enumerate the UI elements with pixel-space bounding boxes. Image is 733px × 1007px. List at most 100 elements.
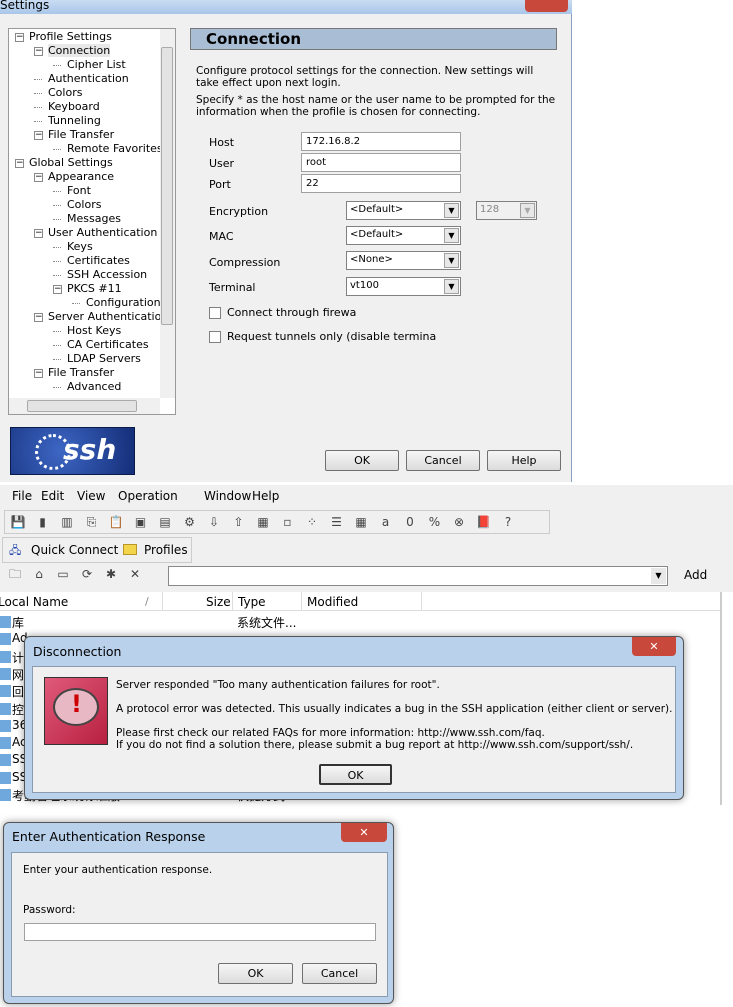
tunnels-checkbox[interactable]: [209, 331, 221, 343]
tree-item[interactable]: Advanced: [53, 380, 121, 393]
tree-item[interactable]: Host Keys: [53, 324, 121, 337]
auto-icon[interactable]: %: [426, 513, 444, 531]
tree-item[interactable]: Cipher List: [53, 58, 126, 71]
collapse-icon[interactable]: −: [34, 228, 43, 238]
collapse-icon[interactable]: −: [34, 46, 43, 56]
path-combobox[interactable]: ▼: [168, 566, 668, 586]
ok-button[interactable]: OK: [218, 963, 293, 984]
menu-operation[interactable]: Operation: [118, 489, 178, 503]
tree-item[interactable]: Remote Favorites: [53, 142, 163, 155]
tree-item-label: Connection: [48, 44, 111, 57]
tree-item[interactable]: Keyboard: [34, 100, 100, 113]
download-icon[interactable]: ⇩: [205, 513, 223, 531]
new-folder-icon[interactable]: ✱: [102, 565, 120, 583]
large-icons-icon[interactable]: ▫: [279, 513, 297, 531]
port-input[interactable]: 22: [301, 174, 461, 193]
folder-tree-icon[interactable]: 🗀: [6, 565, 24, 583]
close-button[interactable]: ✕: [341, 823, 387, 842]
home-icon[interactable]: ⌂: [30, 565, 48, 583]
tree-item[interactable]: LDAP Servers: [53, 352, 141, 365]
delete-icon[interactable]: ✕: [126, 565, 144, 583]
ascii-icon[interactable]: a: [377, 513, 395, 531]
terminal-select[interactable]: vt100 ▼: [346, 277, 461, 296]
collapse-icon[interactable]: −: [15, 32, 24, 42]
collapse-icon[interactable]: −: [34, 172, 43, 182]
tree-item[interactable]: Authentication: [34, 72, 129, 85]
list-icon[interactable]: ☰: [328, 513, 346, 531]
close-button[interactable]: [525, 0, 568, 12]
tree-hscrollbar[interactable]: [9, 398, 160, 414]
menu-file[interactable]: File: [12, 489, 32, 503]
refresh-icon[interactable]: ⟳: [78, 565, 96, 583]
menu-edit[interactable]: Edit: [41, 489, 64, 503]
tree-item[interactable]: − Profile Settings: [15, 30, 112, 43]
password-input[interactable]: [24, 923, 376, 941]
user-input[interactable]: root: [301, 153, 461, 172]
ok-button[interactable]: OK: [319, 764, 392, 785]
firewall-checkbox[interactable]: [209, 307, 221, 319]
tree-item[interactable]: − User Authentication: [34, 226, 157, 239]
collapse-icon[interactable]: −: [53, 284, 62, 294]
col-modified[interactable]: Modified: [307, 595, 358, 609]
save-icon[interactable]: 💾: [9, 513, 27, 531]
tree-item[interactable]: − Server Authentication: [34, 310, 168, 323]
add-button[interactable]: Add: [684, 568, 707, 582]
tree-item[interactable]: Tunneling: [34, 114, 101, 127]
col-size[interactable]: Size: [206, 595, 231, 609]
upload-icon[interactable]: ⇧: [230, 513, 248, 531]
profiles-button[interactable]: Profiles: [144, 543, 188, 557]
tree-item[interactable]: − Global Settings: [15, 156, 113, 169]
collapse-icon[interactable]: −: [34, 130, 43, 140]
close-button[interactable]: ✕: [632, 637, 676, 656]
small-icons-icon[interactable]: ⁘: [303, 513, 321, 531]
mac-select[interactable]: <Default> ▼: [346, 226, 461, 245]
new-file-transfer-icon[interactable]: ▤: [156, 513, 174, 531]
encryption-select[interactable]: <Default> ▼: [346, 201, 461, 220]
tree-item[interactable]: Certificates: [53, 254, 130, 267]
menu-window[interactable]: Window: [204, 489, 251, 503]
tree-vscrollbar[interactable]: [160, 29, 175, 398]
compression-select[interactable]: <None> ▼: [346, 251, 461, 270]
col-type[interactable]: Type: [238, 595, 266, 609]
tree-item[interactable]: Colors: [53, 198, 101, 211]
context-help-icon[interactable]: ?: [499, 513, 517, 531]
tree-item[interactable]: Configuration: [72, 296, 161, 309]
file-row[interactable]: 库 系统文件...: [0, 614, 720, 631]
tree-item[interactable]: CA Certificates: [53, 338, 149, 351]
menu-help[interactable]: Help: [252, 489, 279, 503]
cancel-button[interactable]: Cancel: [406, 450, 480, 471]
settings-tree[interactable]: − Profile Settings − Connection Cipher List A…: [8, 28, 176, 415]
tree-item[interactable]: Font: [53, 184, 91, 197]
tree-item[interactable]: − Connection: [34, 44, 111, 57]
col-local-name[interactable]: Local Name: [0, 595, 68, 609]
new-terminal-icon[interactable]: ▣: [132, 513, 150, 531]
quick-connect-button[interactable]: Quick Connect: [31, 543, 118, 557]
ok-button[interactable]: OK: [325, 450, 399, 471]
stop-icon[interactable]: ⊗: [450, 513, 468, 531]
binary-icon[interactable]: 0: [401, 513, 419, 531]
tree-item[interactable]: Colors: [34, 86, 82, 99]
collapse-icon[interactable]: −: [15, 158, 24, 168]
disconnect-icon[interactable]: ▮: [34, 513, 52, 531]
up-folder-icon[interactable]: ▭: [54, 565, 72, 583]
tree-item[interactable]: − File Transfer: [34, 366, 114, 379]
details-icon[interactable]: ▦: [352, 513, 370, 531]
help-button[interactable]: Help: [487, 450, 561, 471]
tree-item[interactable]: Messages: [53, 212, 121, 225]
cancel-button[interactable]: Cancel: [302, 963, 377, 984]
tree-item[interactable]: − Appearance: [34, 170, 114, 183]
tree-item[interactable]: − File Transfer: [34, 128, 114, 141]
paste-icon[interactable]: 📋: [107, 513, 125, 531]
tree-item[interactable]: − PKCS #11: [53, 282, 122, 295]
collapse-icon[interactable]: −: [34, 368, 43, 378]
collapse-icon[interactable]: −: [34, 312, 43, 322]
print-icon[interactable]: ▥: [58, 513, 76, 531]
menu-view[interactable]: View: [77, 489, 105, 503]
tree-item[interactable]: SSH Accession: [53, 268, 147, 281]
settings-icon[interactable]: ⚙: [181, 513, 199, 531]
host-input[interactable]: 172.16.8.2: [301, 132, 461, 151]
help-book-icon[interactable]: 📕: [475, 513, 493, 531]
list-view-icon[interactable]: ▦: [254, 513, 272, 531]
tree-item[interactable]: Keys: [53, 240, 93, 253]
copy-icon[interactable]: ⎘: [83, 513, 101, 531]
